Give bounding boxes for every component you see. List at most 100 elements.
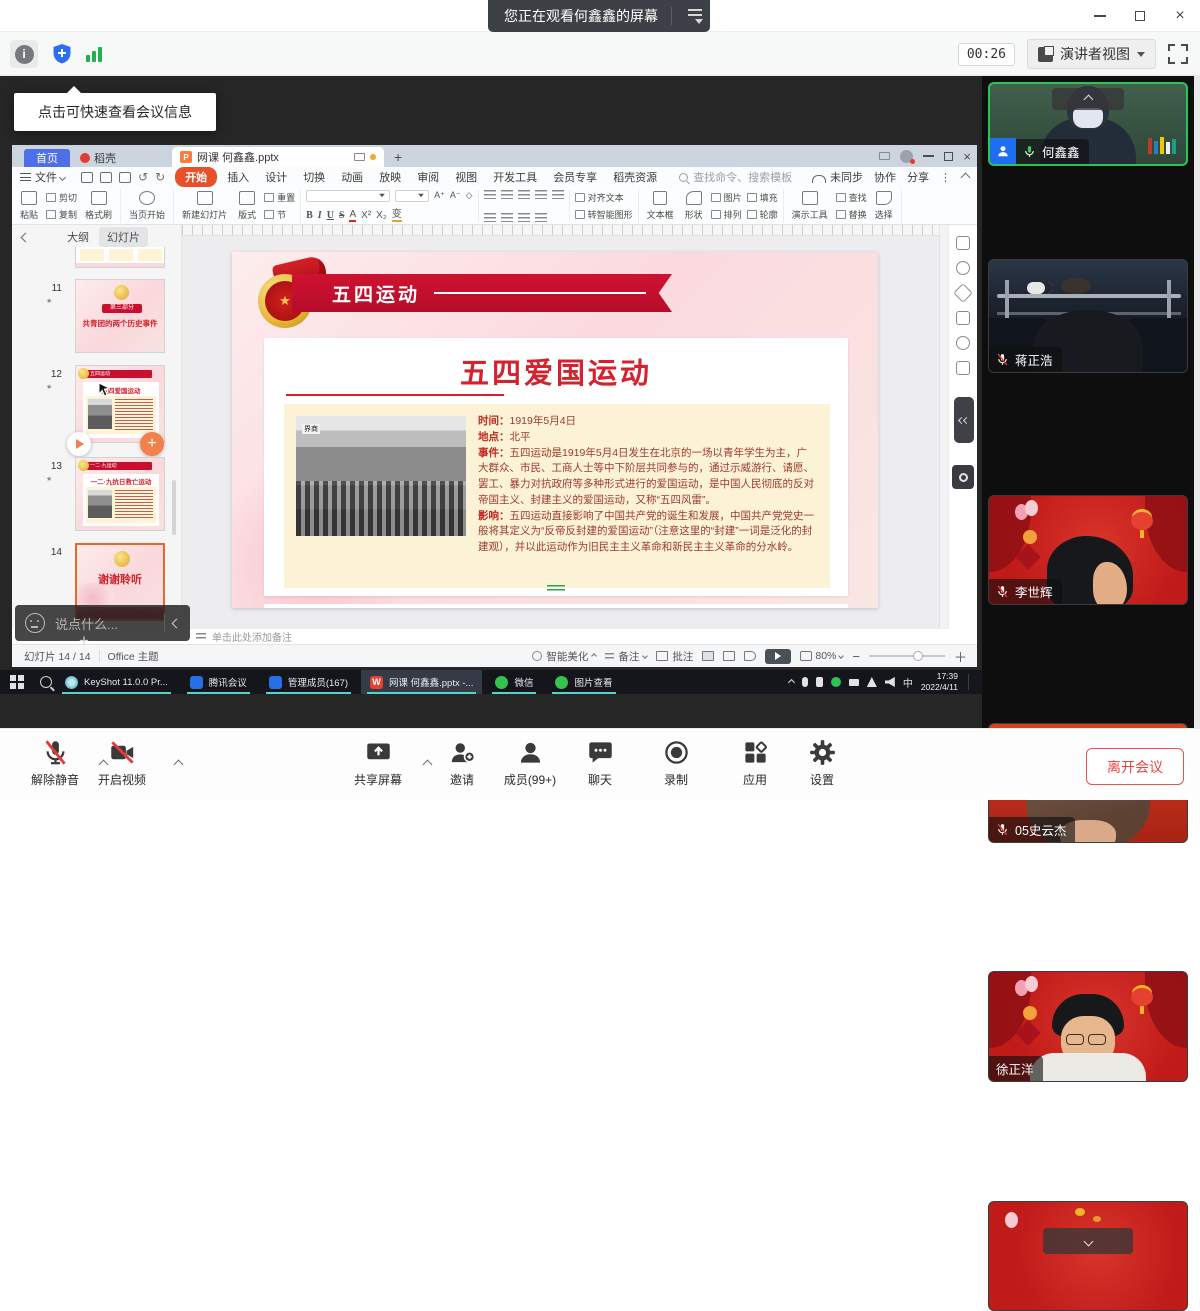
play-slide-button[interactable] bbox=[67, 432, 91, 456]
shapes-button[interactable]: 形状 bbox=[682, 190, 706, 222]
beautify-button[interactable]: 智能美化 bbox=[532, 649, 596, 664]
taskbar-app-keyshot[interactable]: KeyShot 11.0.0 Pr... bbox=[56, 670, 177, 694]
meeting-info-button[interactable]: i bbox=[10, 40, 38, 68]
maximize-button[interactable] bbox=[1120, 0, 1160, 32]
comments-button[interactable]: 批注 bbox=[656, 649, 693, 664]
tray-volume-icon[interactable] bbox=[885, 677, 895, 687]
wps-maximize-icon[interactable] bbox=[944, 152, 953, 161]
outline-tab[interactable]: 大纲 bbox=[67, 229, 89, 245]
current-slide[interactable]: ★ 五四运动 五四爱国运动 界商 时间：1919年5月4日 bbox=[232, 252, 878, 608]
tab-docer[interactable]: 稻壳 bbox=[70, 149, 126, 167]
account-avatar[interactable] bbox=[900, 150, 913, 163]
shrink-font-button[interactable]: A⁻ bbox=[450, 190, 461, 201]
menu-animation[interactable]: 动画 bbox=[333, 169, 371, 185]
subscript-button[interactable]: X₂ bbox=[376, 210, 387, 221]
underline-button[interactable]: U bbox=[327, 210, 334, 221]
invite-button[interactable]: 邀请 bbox=[424, 739, 500, 788]
font-size-select[interactable] bbox=[395, 190, 429, 202]
align-left-icon[interactable] bbox=[484, 213, 496, 222]
material-icon[interactable] bbox=[956, 261, 970, 275]
show-desktop-button[interactable] bbox=[968, 674, 974, 690]
layout-button[interactable]: 版式 bbox=[235, 190, 259, 222]
minimize-button[interactable] bbox=[1080, 0, 1120, 32]
zoom-out-button[interactable]: − bbox=[852, 649, 860, 664]
textbox-button[interactable]: 文本框 bbox=[644, 190, 677, 222]
record-button[interactable]: 录制 bbox=[638, 739, 714, 788]
new-tab-button[interactable]: + bbox=[394, 147, 402, 167]
menu-docer-res[interactable]: 稻壳资源 bbox=[605, 169, 665, 185]
align-center-icon[interactable] bbox=[501, 213, 513, 222]
zoom-level[interactable]: 80% bbox=[800, 650, 843, 662]
reset-button[interactable]: 重置 bbox=[264, 191, 295, 204]
participant-tile-5[interactable]: 徐正洋 bbox=[988, 971, 1188, 1082]
properties-icon[interactable] bbox=[956, 236, 970, 250]
copy-button[interactable]: 复制 bbox=[46, 208, 77, 221]
menu-transition[interactable]: 切换 bbox=[295, 169, 333, 185]
menu-devtools[interactable]: 开发工具 bbox=[485, 169, 545, 185]
collab-button[interactable]: 协作 bbox=[874, 169, 896, 185]
layers-icon[interactable] bbox=[956, 311, 970, 325]
sidebar-scrollbar[interactable] bbox=[1194, 76, 1200, 728]
section-button[interactable]: 节 bbox=[264, 208, 295, 221]
highlight-button[interactable]: 变 bbox=[392, 210, 402, 222]
picture-button[interactable]: 图片 bbox=[711, 191, 742, 204]
start-button[interactable] bbox=[10, 675, 24, 689]
share-button[interactable]: 分享 bbox=[907, 169, 929, 185]
panel-expand-toggle[interactable] bbox=[954, 397, 974, 443]
notes-area[interactable]: 单击此处添加备注 bbox=[182, 628, 948, 644]
justify-icon[interactable] bbox=[535, 213, 547, 222]
menu-design[interactable]: 设计 bbox=[257, 169, 295, 185]
emoji-icon[interactable] bbox=[25, 613, 45, 633]
menu-start[interactable]: 开始 bbox=[175, 167, 217, 187]
theme-name[interactable]: Office 主题 bbox=[108, 649, 159, 664]
tab-home[interactable]: 首页 bbox=[24, 149, 70, 167]
align-right-icon[interactable] bbox=[518, 213, 530, 222]
menu-member[interactable]: 会员专享 bbox=[545, 169, 605, 185]
tray-phone-icon[interactable] bbox=[816, 677, 823, 687]
add-icon[interactable]: + bbox=[79, 631, 89, 651]
chat-button[interactable]: 聊天 bbox=[562, 739, 638, 788]
zoom-in-button[interactable]: ＋ bbox=[954, 647, 967, 666]
align-text-button[interactable]: 对齐文本 bbox=[575, 191, 633, 204]
participant-tile-1[interactable]: 何鑫鑫 bbox=[988, 82, 1188, 166]
cast-icon[interactable] bbox=[879, 152, 890, 160]
fullscreen-button[interactable] bbox=[1168, 44, 1188, 64]
settings-button[interactable]: 设置 bbox=[784, 739, 860, 788]
bold-button[interactable]: B bbox=[306, 210, 313, 221]
clear-format-button[interactable]: ◇ bbox=[466, 190, 473, 201]
to-smartart-button[interactable]: 转智能图形 bbox=[575, 208, 633, 221]
slideshow-play-button[interactable] bbox=[765, 649, 791, 664]
line-spacing-icon[interactable] bbox=[552, 190, 564, 199]
help-icon[interactable] bbox=[956, 336, 970, 350]
clock[interactable]: 17:392022/4/11 bbox=[921, 671, 958, 692]
taskbar-search-icon[interactable] bbox=[40, 676, 52, 688]
italic-button[interactable]: I bbox=[318, 210, 322, 221]
banner-menu-icon[interactable] bbox=[680, 0, 710, 32]
shield-protect-icon[interactable] bbox=[50, 42, 74, 66]
play-from-current-button[interactable]: 当页开始 bbox=[126, 190, 168, 222]
paste-button[interactable]: 粘贴 bbox=[17, 190, 41, 222]
thumbnail-slide11[interactable]: 第三部分 共青团的两个历史事件 bbox=[75, 279, 165, 353]
thumbnail-slide10-partial[interactable] bbox=[75, 247, 165, 268]
share-screen-button[interactable]: 共享屏幕 bbox=[340, 739, 416, 788]
cut-button[interactable]: 剪切 bbox=[46, 191, 77, 204]
leave-meeting-button[interactable]: 离开会议 bbox=[1086, 748, 1184, 785]
wps-minimize-icon[interactable] bbox=[923, 155, 934, 157]
members-button[interactable]: 成员(99+) bbox=[492, 739, 568, 788]
participant-tile-6-partial[interactable] bbox=[988, 1201, 1188, 1311]
watching-banner[interactable]: 您正在观看何鑫鑫的屏幕 bbox=[488, 0, 710, 32]
ime-indicator[interactable]: 中 bbox=[903, 675, 913, 690]
superscript-button[interactable]: X² bbox=[361, 210, 371, 221]
slides-tab[interactable]: 幻灯片 bbox=[99, 227, 148, 247]
fill-button[interactable]: 填充 bbox=[747, 191, 778, 204]
replace-button[interactable]: 替换 bbox=[836, 208, 867, 221]
tray-keyboard-icon[interactable] bbox=[849, 679, 859, 686]
format-painter-button[interactable]: 格式刷 bbox=[82, 190, 115, 222]
menu-slideshow[interactable]: 放映 bbox=[371, 169, 409, 185]
font-color-button[interactable]: A bbox=[349, 210, 356, 222]
tab-document[interactable]: P 网课 何鑫鑫.pptx bbox=[172, 147, 384, 167]
collapse-panel-icon[interactable] bbox=[21, 232, 31, 242]
bullet-list-icon[interactable] bbox=[484, 190, 496, 199]
more-menu-icon[interactable]: ⋮ bbox=[940, 171, 951, 184]
menu-review[interactable]: 审阅 bbox=[409, 169, 447, 185]
